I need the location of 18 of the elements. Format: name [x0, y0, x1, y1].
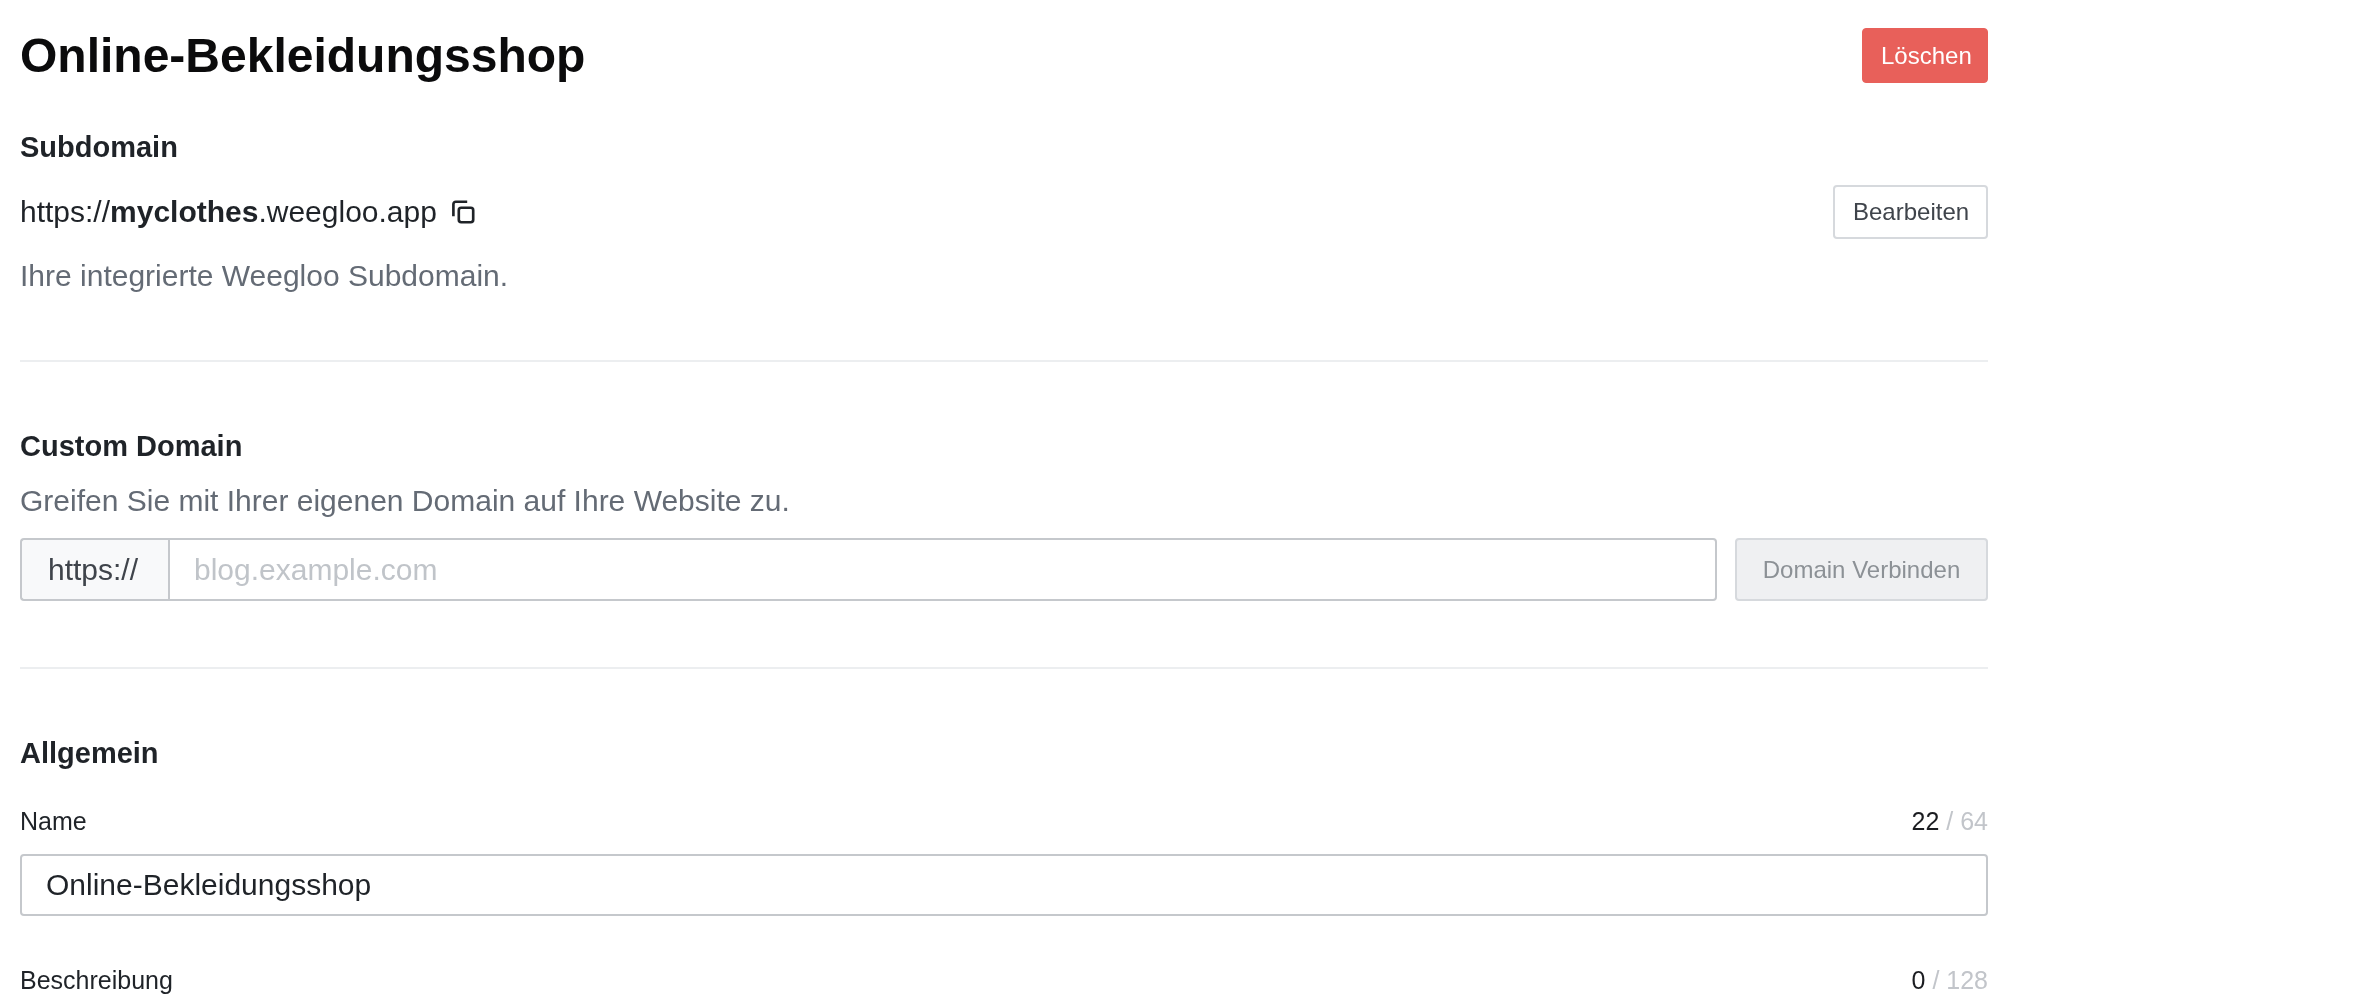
section-heading: Subdomain: [20, 130, 179, 165]
section-heading: Custom Domain: [20, 429, 244, 464]
domain-input[interactable]: blog.example.com: [168, 538, 1717, 601]
custom-domain-description: Greifen Sie mit Ihrer eigenen Domain auf Ihre Website zu.: [20, 483, 791, 519]
character-count: 0: [1911, 965, 1926, 996]
subdomain-url: https://myclothes.weegloo.app: [20, 194, 437, 230]
field-label: Beschreibung: [20, 965, 173, 996]
character-limit: / 64: [1946, 806, 1988, 837]
section-heading: Allgemein: [20, 736, 160, 771]
url-prefix: https://: [20, 538, 168, 601]
name-input[interactable]: Online-Bekleidungsshop: [20, 854, 1988, 916]
character-count: 22: [1911, 806, 1940, 837]
edit-button[interactable]: Bearbeiten: [1833, 185, 1988, 239]
character-limit: / 128: [1932, 965, 1988, 996]
copy-icon[interactable]: [450, 200, 475, 224]
subdomain-description: Ihre integrierte Weegloo Subdomain.: [20, 258, 510, 294]
page-title: Online-Bekleidungsshop: [20, 27, 586, 84]
field-label: Name: [20, 806, 87, 837]
